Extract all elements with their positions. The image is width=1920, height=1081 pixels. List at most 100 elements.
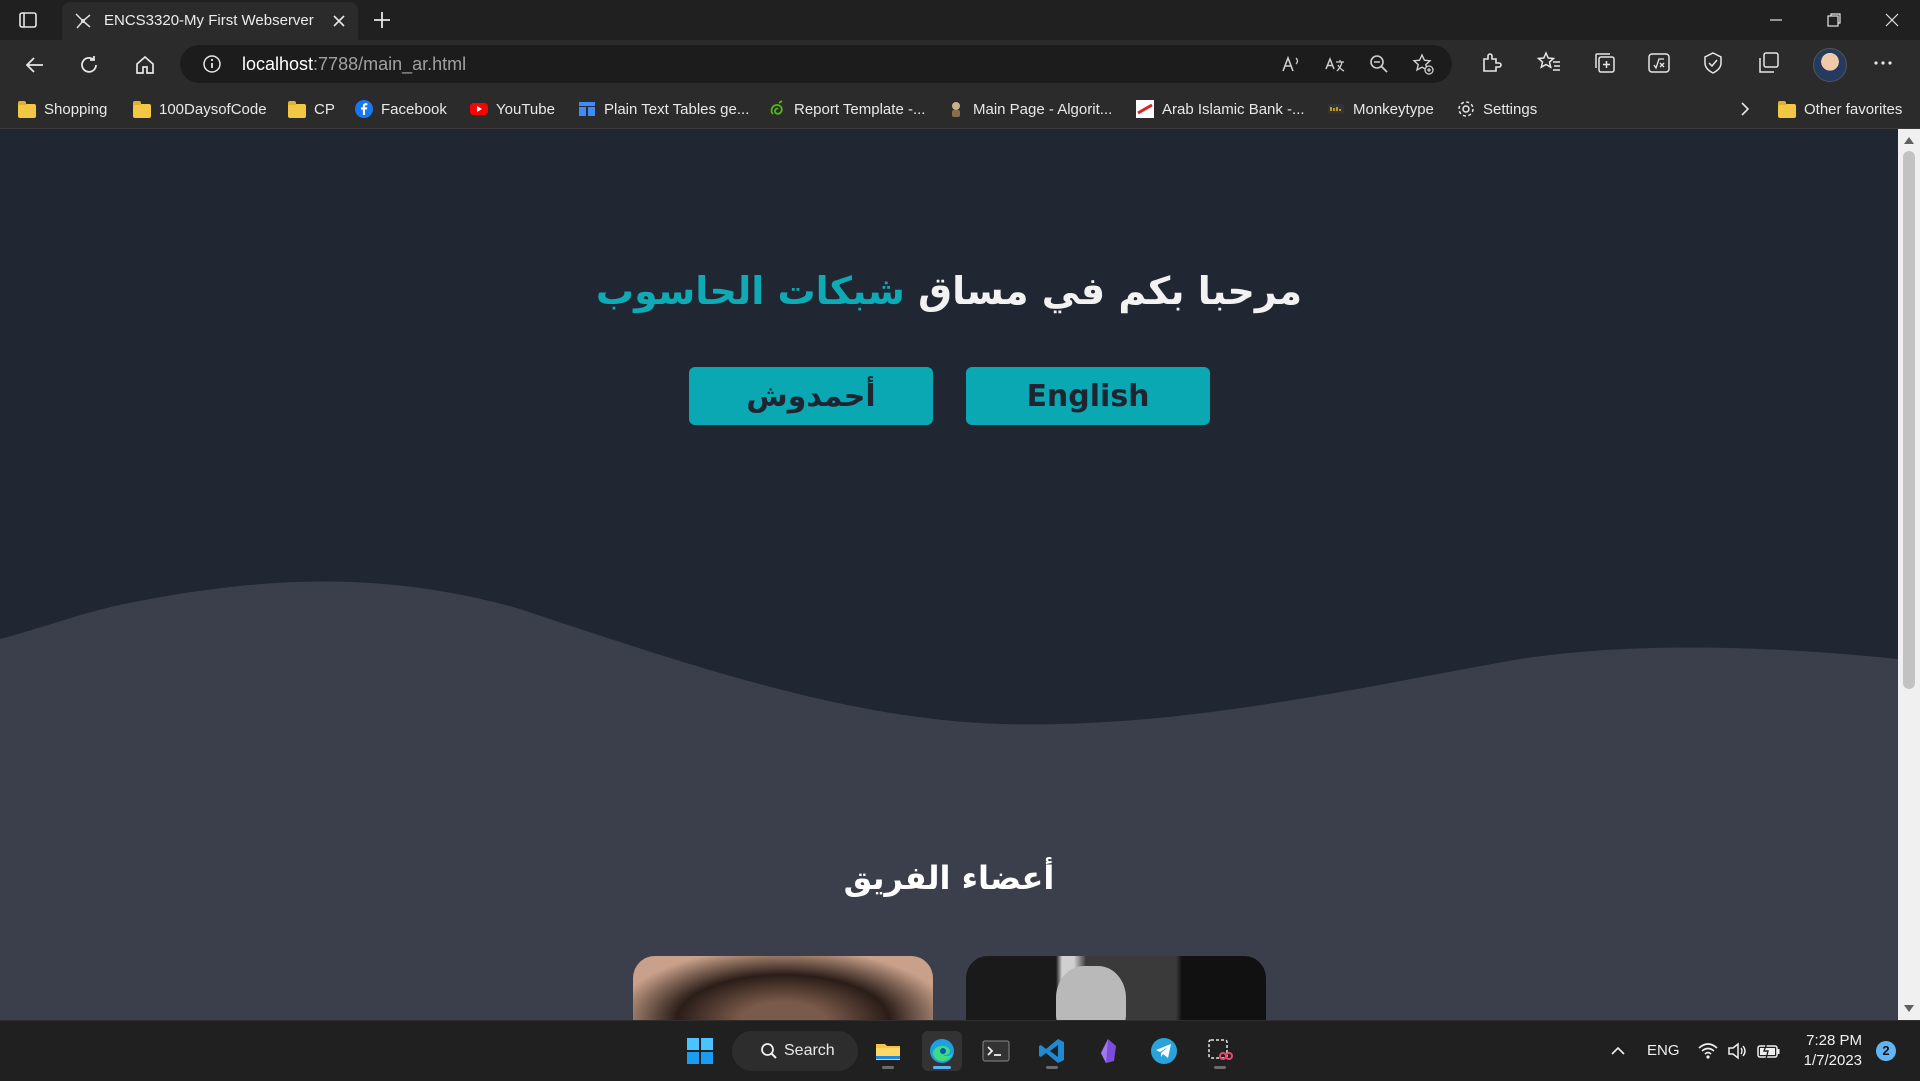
- bookmark-label: YouTube: [496, 100, 555, 118]
- bookmark-plain-text-tables[interactable]: Plain Text Tables ge...: [578, 98, 749, 120]
- bookmark-label: Other favorites: [1804, 100, 1903, 118]
- show-hidden-icons-chevron-icon[interactable]: [1608, 1041, 1628, 1061]
- taskbar-search[interactable]: Search: [732, 1031, 858, 1071]
- add-favorite-icon[interactable]: [1412, 53, 1434, 75]
- active-indicator: [933, 1066, 951, 1069]
- bookmark-algorithmica[interactable]: Main Page - Algorit...: [947, 98, 1112, 120]
- browser-toolbar: localhost:7788/main_ar.html: [0, 40, 1920, 88]
- bookmark-shopping[interactable]: Shopping: [18, 98, 107, 120]
- file-explorer-icon[interactable]: [868, 1031, 908, 1071]
- gear-icon: [1457, 100, 1475, 118]
- bookmark-label: Shopping: [44, 100, 108, 118]
- site-info-icon[interactable]: [202, 54, 222, 74]
- running-indicator: [882, 1066, 894, 1069]
- scroll-thumb[interactable]: [1903, 151, 1915, 689]
- bookmark-report-template[interactable]: Report Template -...: [768, 98, 925, 120]
- translate-icon[interactable]: [1324, 53, 1346, 75]
- bookmark-label: Monkeytype: [1353, 100, 1434, 118]
- bookmark-other-favorites[interactable]: Other favorites: [1778, 98, 1902, 120]
- facebook-icon: [355, 100, 373, 118]
- snipping-tool-icon[interactable]: [1200, 1031, 1240, 1071]
- close-window-button[interactable]: [1864, 0, 1920, 40]
- input-language[interactable]: ENG: [1647, 1042, 1680, 1059]
- bookmark-cp[interactable]: CP: [288, 98, 335, 120]
- folder-icon: [1778, 100, 1796, 118]
- page-scrollbar[interactable]: [1898, 129, 1920, 1020]
- notification-badge[interactable]: 2: [1876, 1041, 1896, 1061]
- clock-time[interactable]: 7:28 PM: [1806, 1032, 1862, 1049]
- profile-avatar[interactable]: [1813, 48, 1847, 82]
- extensions-icon[interactable]: [1478, 50, 1504, 76]
- back-button[interactable]: [20, 50, 50, 80]
- read-aloud-icon[interactable]: [1280, 53, 1302, 75]
- wifi-icon[interactable]: [1697, 1040, 1719, 1062]
- battery-icon[interactable]: [1756, 1040, 1782, 1062]
- bookmark-settings[interactable]: Settings: [1457, 98, 1537, 120]
- workspaces-icon[interactable]: [1756, 50, 1782, 76]
- address-bar[interactable]: localhost:7788/main_ar.html: [180, 45, 1452, 83]
- member-face: [1056, 966, 1126, 1020]
- collections-icon[interactable]: [1592, 50, 1618, 76]
- headline-text: مرحبا بكم في مساق: [904, 269, 1303, 313]
- scroll-down-arrow-icon[interactable]: [1904, 1005, 1914, 1012]
- close-tab-icon[interactable]: [330, 12, 348, 30]
- url-text[interactable]: localhost:7788/main_ar.html: [242, 54, 466, 75]
- math-solver-icon[interactable]: [1646, 50, 1672, 76]
- bookmark-label: Plain Text Tables ge...: [604, 100, 750, 118]
- bookmark-label: Main Page - Algorit...: [973, 100, 1113, 118]
- folder-icon: [288, 100, 306, 118]
- telegram-icon[interactable]: [1144, 1031, 1184, 1071]
- bookmark-label: Facebook: [381, 100, 447, 118]
- bookmarks-overflow-chevron-icon[interactable]: [1736, 98, 1754, 120]
- web-page: مرحبا بكم في مساق شبكات الحاسوب English …: [0, 129, 1898, 1020]
- english-button[interactable]: English: [966, 367, 1210, 425]
- bookmark-100daysofcode[interactable]: 100DaysofCode: [133, 98, 267, 120]
- team-member-card-photo: [633, 956, 933, 1020]
- browser-title-bar: ENCS3320-My First Webserver: [0, 0, 1920, 40]
- tab-title: ENCS3320-My First Webserver: [104, 12, 314, 29]
- search-label: Search: [784, 1042, 835, 1059]
- url-host: localhost: [242, 54, 314, 74]
- hero-background: [0, 129, 1898, 725]
- bookmark-arab-islamic-bank[interactable]: Arab Islamic Bank -...: [1136, 98, 1305, 120]
- clock-date[interactable]: 1/7/2023: [1800, 1052, 1862, 1069]
- bookmark-label: Report Template -...: [794, 100, 926, 118]
- team-member-card-photo: [966, 956, 1266, 1020]
- algorithmica-icon: [947, 100, 965, 118]
- home-button[interactable]: [130, 50, 160, 80]
- bookmark-label: 100DaysofCode: [159, 100, 267, 118]
- team-members-heading: أعضاء الفريق: [843, 859, 1055, 897]
- browser-essentials-icon[interactable]: [1700, 50, 1726, 76]
- vscode-icon[interactable]: [1032, 1031, 1072, 1071]
- bookmark-monkeytype[interactable]: Monkeytype: [1327, 98, 1434, 120]
- folder-icon: [133, 100, 151, 118]
- bookmark-facebook[interactable]: Facebook: [355, 98, 447, 120]
- headline-accent: شبكات الحاسوب: [595, 269, 905, 313]
- start-button[interactable]: [680, 1031, 720, 1071]
- bookmark-youtube[interactable]: YouTube: [470, 98, 555, 120]
- browser-tab-active[interactable]: ENCS3320-My First Webserver: [62, 2, 358, 40]
- bookmarks-bar: Shopping 100DaysofCode CP Facebook YouTu…: [0, 88, 1920, 129]
- windows-logo-icon: [687, 1038, 713, 1064]
- obsidian-icon[interactable]: [1088, 1031, 1128, 1071]
- volume-icon[interactable]: [1726, 1040, 1748, 1062]
- scroll-up-arrow-icon[interactable]: [1904, 137, 1914, 144]
- running-indicator: [1214, 1066, 1226, 1069]
- more-options-icon[interactable]: [1870, 50, 1896, 76]
- welcome-headline: مرحبا بكم في مساق شبكات الحاسوب: [0, 269, 1898, 313]
- url-path: :7788/main_ar.html: [313, 54, 467, 74]
- overleaf-icon: [768, 100, 786, 118]
- ahmadoush-button[interactable]: أحمدوش: [689, 367, 933, 425]
- zoom-out-icon[interactable]: [1368, 53, 1390, 75]
- search-icon: [761, 1043, 777, 1059]
- terminal-icon[interactable]: [976, 1031, 1016, 1071]
- bookmark-label: Arab Islamic Bank -...: [1162, 100, 1305, 118]
- restore-button[interactable]: [1806, 0, 1862, 40]
- refresh-button[interactable]: [74, 50, 104, 80]
- tab-actions-icon[interactable]: [18, 10, 38, 30]
- youtube-icon: [470, 100, 488, 118]
- favorites-icon[interactable]: [1536, 50, 1562, 76]
- minimize-button[interactable]: [1748, 0, 1804, 40]
- new-tab-icon[interactable]: [370, 8, 394, 32]
- edge-browser-icon[interactable]: [922, 1031, 962, 1071]
